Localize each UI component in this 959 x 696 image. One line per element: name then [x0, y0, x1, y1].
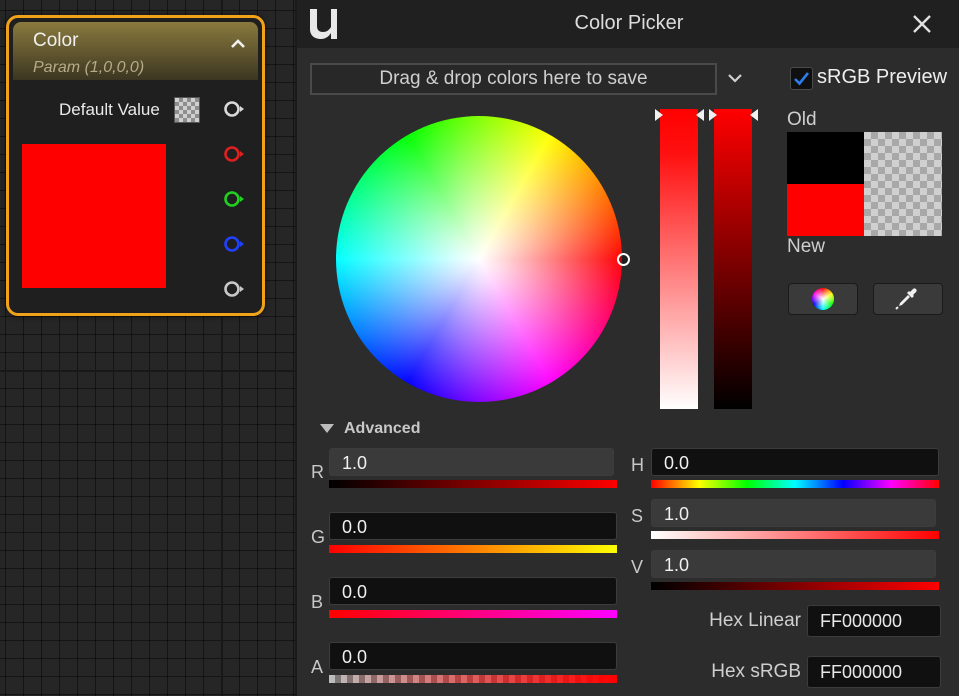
triangle-down-icon[interactable] — [320, 424, 334, 434]
hex-linear-input[interactable]: FF000000 — [807, 605, 941, 637]
h-channel-gradient-slider[interactable] — [651, 480, 939, 488]
eyedropper-icon — [895, 288, 917, 310]
srgb-preview-label[interactable]: sRGB Preview — [817, 66, 947, 89]
material-graph-canvas[interactable]: Color Param (1,0,0,0) Default Value — [0, 0, 295, 696]
value-slider-left-handle-icon[interactable] — [709, 109, 719, 121]
b-channel-gradient-slider[interactable] — [329, 610, 617, 618]
node-subtitle: Param (1,0,0,0) — [33, 59, 145, 76]
eyedropper-button[interactable] — [873, 283, 943, 315]
hex-linear-label: Hex Linear — [709, 610, 801, 631]
color-wheel-selector[interactable] — [617, 253, 630, 266]
window-title: Color Picker — [574, 12, 684, 34]
color-wheel-icon — [812, 288, 834, 310]
default-value-swatch[interactable] — [174, 97, 200, 123]
title-bar[interactable]: Color Picker — [297, 0, 959, 48]
v-channel-gradient-slider[interactable] — [651, 582, 939, 590]
output-pin-a[interactable] — [223, 280, 245, 298]
s-channel-input[interactable]: 1.0 — [651, 499, 936, 527]
saturation-slider-right-handle-icon[interactable] — [694, 109, 704, 121]
output-pin-rgba[interactable] — [223, 100, 245, 118]
hex-srgb-label: Hex sRGB — [711, 661, 801, 682]
chevron-up-icon[interactable] — [228, 34, 248, 54]
alpha-preview-swatch — [864, 132, 942, 236]
new-color-label: New — [787, 236, 826, 257]
b-channel-input[interactable]: 0.0 — [329, 577, 617, 605]
node-title: Color — [33, 30, 79, 51]
srgb-preview-checkbox[interactable] — [790, 67, 813, 90]
color-wheel-mode-button[interactable] — [788, 283, 858, 315]
hex-srgb-input[interactable]: FF000000 — [807, 656, 941, 688]
checkmark-icon — [794, 72, 810, 86]
saturation-slider-left-handle-icon[interactable] — [655, 109, 665, 121]
g-channel-gradient-slider[interactable] — [329, 545, 617, 553]
g-channel-label: G — [311, 527, 326, 547]
v-channel-input[interactable]: 1.0 — [651, 550, 936, 578]
a-channel-gradient-slider[interactable] — [329, 675, 617, 683]
output-pin-b[interactable] — [223, 235, 245, 253]
s-channel-label: S — [631, 506, 644, 526]
close-icon[interactable] — [908, 10, 936, 38]
v-channel-label: V — [631, 557, 644, 577]
node-body: Default Value — [13, 82, 258, 309]
value-slider[interactable] — [714, 109, 752, 409]
old-color-swatch[interactable] — [787, 132, 864, 184]
r-channel-input[interactable]: 1.0 — [329, 448, 614, 476]
output-pin-g[interactable] — [223, 190, 245, 208]
h-channel-input[interactable]: 0.0 — [651, 448, 939, 476]
b-channel-label: B — [311, 592, 324, 612]
old-color-label: Old — [787, 109, 817, 130]
s-channel-gradient-slider[interactable] — [651, 531, 939, 539]
saturation-slider[interactable] — [660, 109, 698, 409]
a-channel-input[interactable]: 0.0 — [329, 642, 617, 670]
color-preview-swatch — [22, 144, 166, 288]
saved-colors-dropzone[interactable]: Drag & drop colors here to save — [310, 63, 717, 95]
output-pin-r[interactable] — [223, 145, 245, 163]
new-color-swatch — [787, 184, 864, 236]
color-picker-window: Color Picker Drag & drop colors here to … — [295, 0, 959, 696]
default-value-label: Default Value — [59, 100, 160, 119]
value-slider-right-handle-icon[interactable] — [748, 109, 758, 121]
r-channel-label: R — [311, 462, 324, 482]
a-channel-label: A — [311, 657, 324, 677]
color-wheel[interactable] — [336, 116, 622, 402]
chevron-down-icon[interactable] — [725, 68, 745, 88]
color-param-node[interactable]: Color Param (1,0,0,0) Default Value — [6, 15, 265, 316]
r-channel-gradient-slider[interactable] — [329, 480, 617, 488]
node-header[interactable]: Color Param (1,0,0,0) — [13, 22, 258, 80]
g-channel-input[interactable]: 0.0 — [329, 512, 617, 540]
h-channel-label: H — [631, 455, 644, 475]
advanced-section-toggle[interactable]: Advanced — [344, 420, 420, 438]
